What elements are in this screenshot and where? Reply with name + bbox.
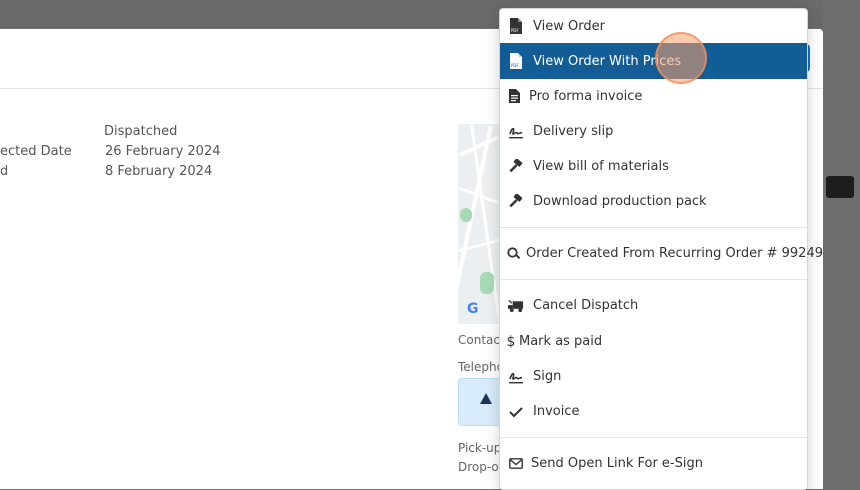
- map-park: [460, 208, 472, 222]
- status-value: Dispatched: [104, 124, 178, 139]
- menu-item-label: Sign: [533, 369, 562, 384]
- menu-item-label: View Order With Prices: [533, 53, 682, 69]
- google-logo-icon: G: [467, 301, 479, 317]
- created-date-value: 8 February 2024: [105, 164, 213, 179]
- menu-item-view-bill-of-materials[interactable]: View bill of materials: [500, 149, 807, 184]
- menu-divider: [500, 437, 807, 438]
- menu-item-delivery-slip[interactable]: Delivery slip: [500, 114, 807, 149]
- order-actions-menu: PDF View Order PDF View Order With Price…: [499, 8, 823, 490]
- hammer-icon: [508, 193, 524, 210]
- contact-label: Contac: [458, 333, 500, 347]
- warning-icon: [480, 393, 492, 404]
- pdf-file-icon: PDF: [508, 53, 524, 69]
- menu-item-send-esign-link[interactable]: Send Open Link For e-Sign: [500, 446, 807, 481]
- search-icon: [506, 246, 522, 262]
- telephone-label: Telepho: [458, 360, 504, 374]
- hammer-icon: [508, 158, 524, 175]
- menu-item-label: Invoice: [533, 404, 580, 419]
- menu-item-label: View Order: [533, 18, 605, 34]
- menu-divider: [500, 227, 807, 228]
- expected-date-value: 26 February 2024: [105, 144, 221, 159]
- menu-item-label: Cancel Dispatch: [533, 298, 639, 313]
- menu-item-label: Pro forma invoice: [529, 88, 643, 104]
- map-park: [480, 272, 494, 294]
- dropoff-label: Drop-o: [458, 460, 499, 474]
- file-text-icon: [506, 88, 522, 104]
- signature-icon: [508, 124, 524, 140]
- check-icon: [508, 404, 524, 420]
- map-road: [459, 135, 499, 157]
- background-right-strip: [823, 0, 860, 480]
- menu-item-view-order[interactable]: PDF View Order: [500, 9, 807, 43]
- truck-icon: [508, 298, 524, 314]
- pdf-file-icon: PDF: [508, 18, 524, 34]
- menu-item-label: Download production pack: [533, 194, 707, 209]
- signature-icon: [508, 369, 524, 385]
- menu-item-pro-forma-invoice[interactable]: Pro forma invoice: [500, 79, 807, 113]
- dollar-icon: $: [506, 333, 516, 350]
- menu-item-recurring-order-link[interactable]: Order Created From Recurring Order # 992…: [500, 236, 823, 271]
- menu-item-cancel-dispatch[interactable]: Cancel Dispatch: [500, 288, 807, 323]
- menu-item-sign[interactable]: Sign: [500, 359, 807, 394]
- svg-text:PDF: PDF: [511, 28, 519, 33]
- menu-item-mark-as-paid[interactable]: $ Mark as paid: [500, 324, 807, 359]
- delivery-map[interactable]: G: [458, 124, 500, 324]
- menu-item-label: Order Created From Recurring Order # 992…: [526, 246, 823, 261]
- background-dark-button: [826, 176, 854, 198]
- menu-item-label: Mark as paid: [519, 334, 603, 349]
- expected-date-label: ected Date: [0, 144, 72, 159]
- menu-item-view-order-with-prices[interactable]: PDF View Order With Prices: [500, 43, 807, 79]
- menu-item-label: Send Open Link For e-Sign: [531, 456, 703, 471]
- created-date-label: d: [0, 164, 9, 179]
- menu-item-label: View bill of materials: [533, 159, 669, 174]
- menu-divider: [500, 279, 807, 280]
- menu-item-download-production-pack[interactable]: Download production pack: [500, 184, 807, 219]
- svg-text:PDF: PDF: [511, 63, 519, 68]
- menu-item-invoice[interactable]: Invoice: [500, 394, 807, 429]
- envelope-icon: [508, 456, 524, 472]
- info-alert: [458, 378, 502, 426]
- menu-item-label: Delivery slip: [533, 124, 614, 139]
- pickup-label: Pick-up: [458, 441, 502, 455]
